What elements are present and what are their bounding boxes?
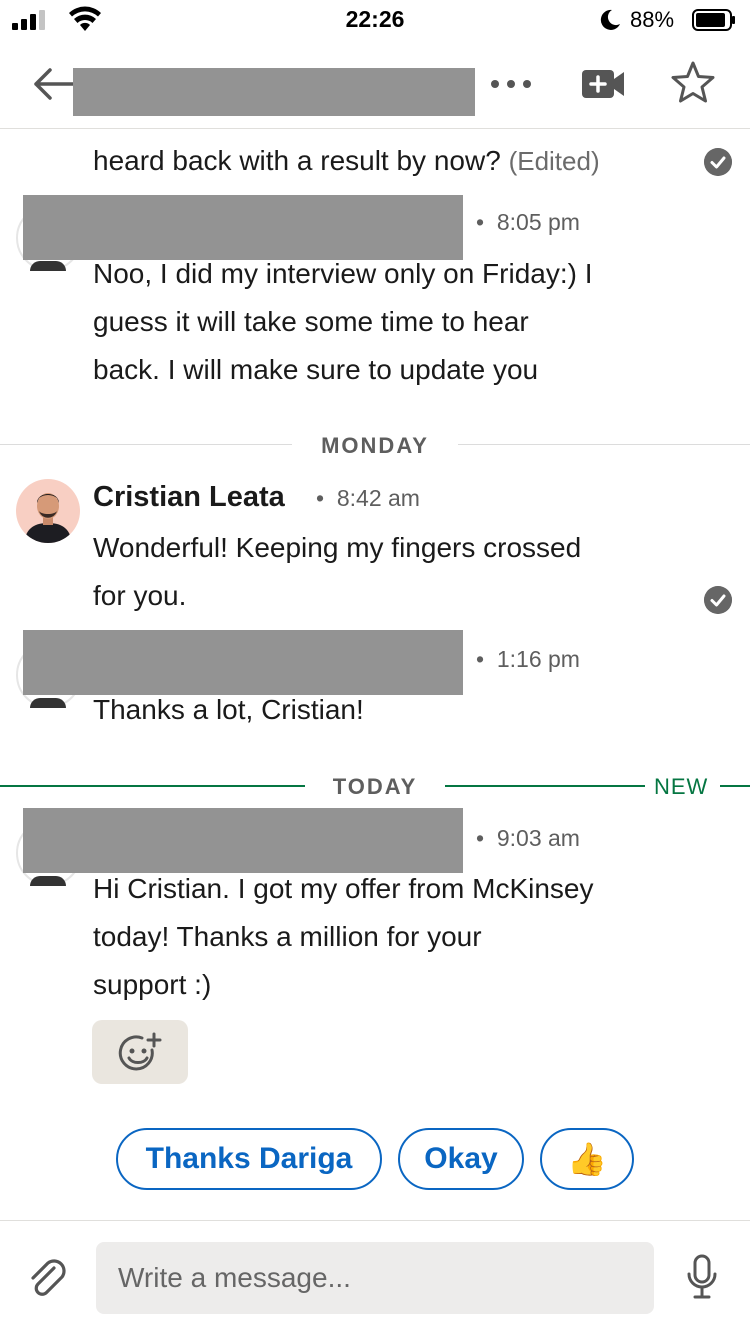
divider-line [0,444,292,445]
quick-reply-thanks[interactable]: Thanks Dariga [116,1128,382,1190]
quick-reply-okay[interactable]: Okay [398,1128,524,1190]
battery-percentage: 88% [630,7,675,32]
moon-icon [600,9,620,30]
video-call-icon[interactable] [580,66,626,102]
message-body: Noo, I did my interview only on Friday:)… [93,258,593,385]
divider-line [720,785,750,787]
divider-line [445,785,645,787]
message-timestamp: • 1:16 pm [476,646,580,672]
divider-line [0,785,305,787]
read-receipt-check-icon [704,586,732,614]
message-text: heard back with a result by now? (Edited… [93,145,600,176]
read-receipt-check-icon [704,148,732,176]
message-timestamp: • 9:03 am [476,825,580,851]
compose-divider [0,1220,750,1221]
more-options-icon[interactable] [488,64,534,104]
add-reaction-button[interactable] [92,1020,188,1084]
message-body: Wonderful! Keeping my fingers crossed fo… [93,532,582,611]
message-body: Thanks a lot, Cristian! [93,694,364,725]
microphone-icon[interactable] [686,1254,718,1300]
sender-name[interactable]: Cristian Leata [93,481,285,514]
message-body: Hi Cristian. I got my offer from McKinse… [93,873,594,1000]
day-divider-today: TODAY [332,774,418,799]
back-arrow-icon[interactable] [30,62,78,106]
avatar-cristian[interactable] [16,479,80,543]
divider-line [458,444,750,445]
redacted-contact-name [73,68,475,116]
edited-label: (Edited) [508,146,600,176]
quick-reply-thumbs-up[interactable]: 👍 [540,1128,634,1190]
battery-icon [692,9,735,31]
day-divider-monday: MONDAY [321,433,429,458]
message-input[interactable] [96,1242,654,1314]
paperclip-icon[interactable] [24,1256,72,1304]
new-messages-label: NEW [654,774,709,799]
message-timestamp: • 8:42 am [316,485,420,511]
redacted-sender-name [23,808,463,873]
star-icon[interactable] [670,60,716,104]
add-emoji-icon [118,1032,162,1071]
message-timestamp: • 8:05 pm [476,209,580,235]
